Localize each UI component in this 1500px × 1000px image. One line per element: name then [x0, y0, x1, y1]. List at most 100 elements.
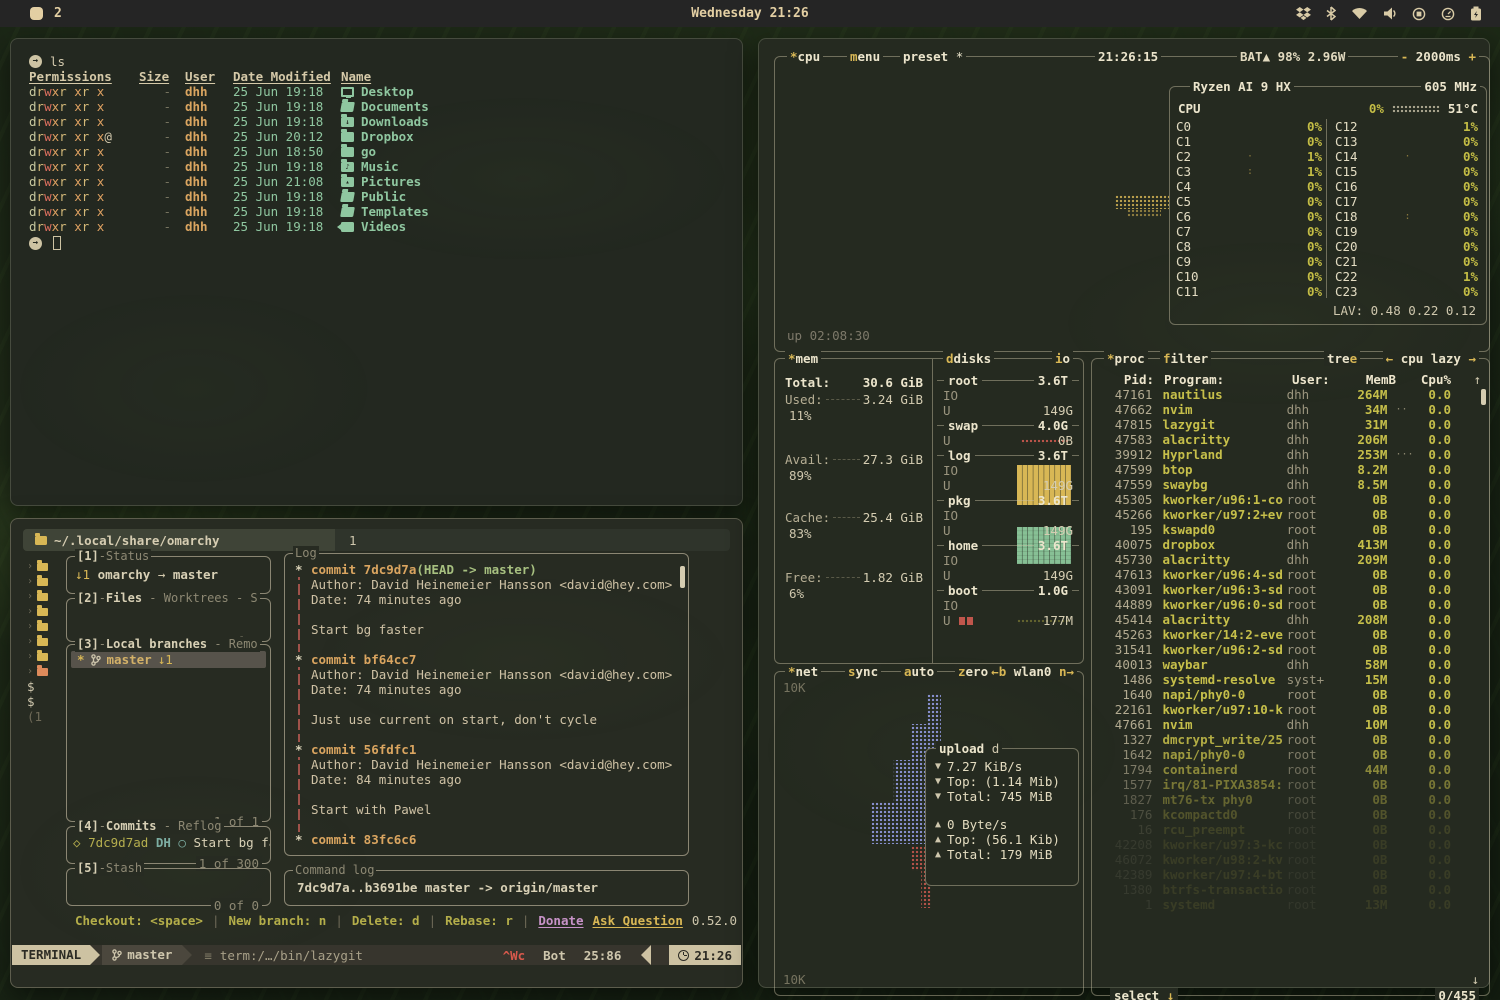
proc-header-cpu[interactable]: Cpu%	[1396, 372, 1481, 387]
lazygit-commits-panel[interactable]: [4]-Commits - Reflog ◇ 7dc9d7ad DH ○ Sta…	[66, 826, 271, 864]
proc-row[interactable]: 45414alacrittydhh208M0.0	[1102, 612, 1481, 627]
proc-header-memb[interactable]: MemB	[1344, 372, 1396, 387]
name-cell[interactable]: Music	[333, 159, 399, 174]
proc-row[interactable]: 47662nvimdhh34M··0.0	[1102, 402, 1481, 417]
proc-select-footer[interactable]: select ↓	[1110, 988, 1178, 1000]
preset-button[interactable]: preset *	[900, 49, 966, 64]
name-cell[interactable]: Videos	[333, 219, 406, 234]
core-percent: 0%	[1442, 164, 1478, 179]
proc-row[interactable]: 43091kworker/u96:3-sdroot0B0.0	[1102, 582, 1481, 597]
proc-row[interactable]: 47559swaybgdhh8.5M0.0	[1102, 477, 1481, 492]
donate-link[interactable]: Donate	[538, 913, 583, 928]
log-scrollbar-thumb[interactable]	[680, 566, 685, 588]
name-cell[interactable]: Public	[333, 189, 406, 204]
proc-row[interactable]: 40013waybardhh58M0.0	[1102, 657, 1481, 672]
name-cell[interactable]: Pictures	[333, 174, 421, 189]
proc-row[interactable]: 1380btrfs-transactioroot0B0.0	[1102, 882, 1481, 897]
gutter-row[interactable]: ›	[27, 559, 61, 574]
proc-row[interactable]: 16rcu_preemptroot0B0.0	[1102, 822, 1481, 837]
proc-row[interactable]: 1327dmcrypt_write/25root0B0.0	[1102, 732, 1481, 747]
proc-row[interactable]: 47161nautilusdhh264M0.0	[1102, 387, 1481, 402]
gutter-row[interactable]: $	[27, 679, 61, 694]
net-zero-button[interactable]: zero	[955, 664, 991, 679]
proc-row[interactable]: 47661nvimdhh10M0.0	[1102, 717, 1481, 732]
proc-row[interactable]: 39912Hyprlanddhh253M···0.0	[1102, 447, 1481, 462]
lazygit-branches-panel[interactable]: [3]-Local branches - Remo * master ↓1 1 …	[66, 644, 271, 822]
proc-row[interactable]: 1794containerdroot44M0.0	[1102, 762, 1481, 777]
tab-index[interactable]: 1	[335, 533, 371, 548]
lazygit-stash-panel[interactable]: [5]-Stash 0 of 0	[66, 868, 271, 906]
shell-prompt-empty[interactable]: →	[29, 235, 732, 251]
menu-button[interactable]: menu	[847, 49, 883, 64]
proc-row[interactable]: 176kcompactd0root0B0.0	[1102, 807, 1481, 822]
lazygit-log-panel[interactable]: Log *commit 7dc9d7a (HEAD -> master)Auth…	[284, 553, 689, 856]
cpu-box-title[interactable]: *cpu	[787, 49, 823, 64]
proc-row[interactable]: 31541kworker/u96:2-sdroot0B0.0	[1102, 642, 1481, 657]
proc-row[interactable]: 42389kworker/u97:4-btroot0B0.0	[1102, 867, 1481, 882]
name-cell[interactable]: Dropbox	[333, 129, 414, 144]
proc-row[interactable]: 47815lazygitdhh31M0.0	[1102, 417, 1481, 432]
proc-row[interactable]: 1486systemd-resolvesyst+15M0.0	[1102, 672, 1481, 687]
proc-row[interactable]: 1827mt76-tx phy0root0B0.0	[1102, 792, 1481, 807]
gutter-row[interactable]: ›	[27, 589, 61, 604]
proc-user: root	[1287, 882, 1337, 897]
gutter-row[interactable]: ›	[27, 574, 61, 589]
net-auto-button[interactable]: auto	[901, 664, 937, 679]
core-percent: 0%	[1286, 134, 1322, 149]
proc-row[interactable]: 46072kworker/u98:2-kvroot0B0.0	[1102, 852, 1481, 867]
net-stats-title[interactable]: upload d	[936, 741, 1002, 756]
proc-row[interactable]: 1systemdroot13M0.0	[1102, 897, 1481, 912]
proc-sort-selector[interactable]: ← cpu lazy →	[1383, 351, 1479, 366]
proc-row[interactable]: 40075dropboxdhh413M0.0	[1102, 537, 1481, 552]
name-cell[interactable]: Desktop	[333, 84, 414, 99]
branch-list-item[interactable]: * master ↓1	[71, 651, 266, 668]
proc-row[interactable]: 45305kworker/u96:1-coroot0B0.0	[1102, 492, 1481, 507]
gutter-row[interactable]: ›	[27, 649, 61, 664]
proc-row[interactable]: 45266kworker/u97:2+evroot0B0.0	[1102, 507, 1481, 522]
proc-row[interactable]: 45730alacrittydhh209M0.0	[1102, 552, 1481, 567]
proc-row[interactable]: 195kswapd0root0B0.0	[1102, 522, 1481, 537]
proc-filter-button[interactable]: filter	[1160, 351, 1211, 366]
proc-header-pid[interactable]: Pid:	[1102, 372, 1154, 387]
proc-row[interactable]: 42208kworker/u97:3-kcroot0B0.0	[1102, 837, 1481, 852]
log-text: Just use current on start, don't cycle	[311, 712, 597, 727]
proc-row[interactable]: 1577irq/81-PIXA3854:root0B0.0	[1102, 777, 1481, 792]
mem-box-title[interactable]: *mem	[785, 351, 821, 366]
gutter-row[interactable]: ›	[27, 634, 61, 649]
core-name: C4	[1176, 179, 1214, 194]
proc-row[interactable]: 44889kworker/u96:0-sdroot0B0.0	[1102, 597, 1481, 612]
proc-row[interactable]: 47613kworker/u96:4-sdroot0B0.0	[1102, 567, 1481, 582]
proc-header-user[interactable]: User:	[1292, 372, 1344, 387]
name-cell[interactable]: Documents	[333, 99, 429, 114]
lazygit-files-panel[interactable]: [2]-Files - Worktrees - S 0 of 0	[66, 598, 271, 642]
proc-row[interactable]: 47583alacrittydhh206M0.0	[1102, 432, 1481, 447]
name-cell[interactable]: Templates	[333, 204, 429, 219]
proc-user: root	[1287, 792, 1337, 807]
gutter-row[interactable]: $	[27, 694, 61, 709]
update-interval-control[interactable]: - 2000ms +	[1398, 49, 1479, 64]
proc-tree-button[interactable]: tree	[1324, 351, 1360, 366]
proc-scrollbar-thumb[interactable]	[1481, 389, 1486, 405]
lazygit-status-panel[interactable]: [1]-Status ↓1 omarchy → master	[66, 556, 271, 594]
name-cell[interactable]: Downloads	[333, 114, 429, 129]
net-interface-selector[interactable]: ←b wlan0 n→	[988, 664, 1077, 679]
proc-row[interactable]: 1642napi/phy0-0root0B0.0	[1102, 747, 1481, 762]
proc-row[interactable]: 22161kworker/u97:10-kroot0B0.0	[1102, 702, 1481, 717]
proc-row[interactable]: 45263kworker/14:2-everoot0B0.0	[1102, 627, 1481, 642]
net-sync-button[interactable]: sync	[845, 664, 881, 679]
gutter-row[interactable]: ›	[27, 619, 61, 634]
gutter-row[interactable]: ›	[27, 664, 61, 679]
user-cell: dhh	[171, 144, 217, 159]
gutter-row[interactable]: ›	[27, 604, 61, 619]
proc-scroll-up-icon[interactable]: ↑	[1473, 372, 1481, 387]
ask-question-link[interactable]: Ask Question	[593, 913, 683, 928]
proc-box-title[interactable]: *proc	[1104, 351, 1148, 366]
io-mode-button[interactable]: io	[1052, 351, 1073, 366]
proc-row[interactable]: 47599btopdhh8.2M0.0	[1102, 462, 1481, 477]
proc-header-program[interactable]: Program:	[1164, 372, 1292, 387]
name-cell[interactable]: go	[333, 144, 376, 159]
proc-row[interactable]: 1640napi/phy0-0root0B0.0	[1102, 687, 1481, 702]
tab-working-directory[interactable]: ~/.local/share/omarchy	[23, 529, 335, 551]
net-box-title[interactable]: *net	[785, 664, 821, 679]
disks-box-title[interactable]: ddisks	[943, 351, 994, 366]
